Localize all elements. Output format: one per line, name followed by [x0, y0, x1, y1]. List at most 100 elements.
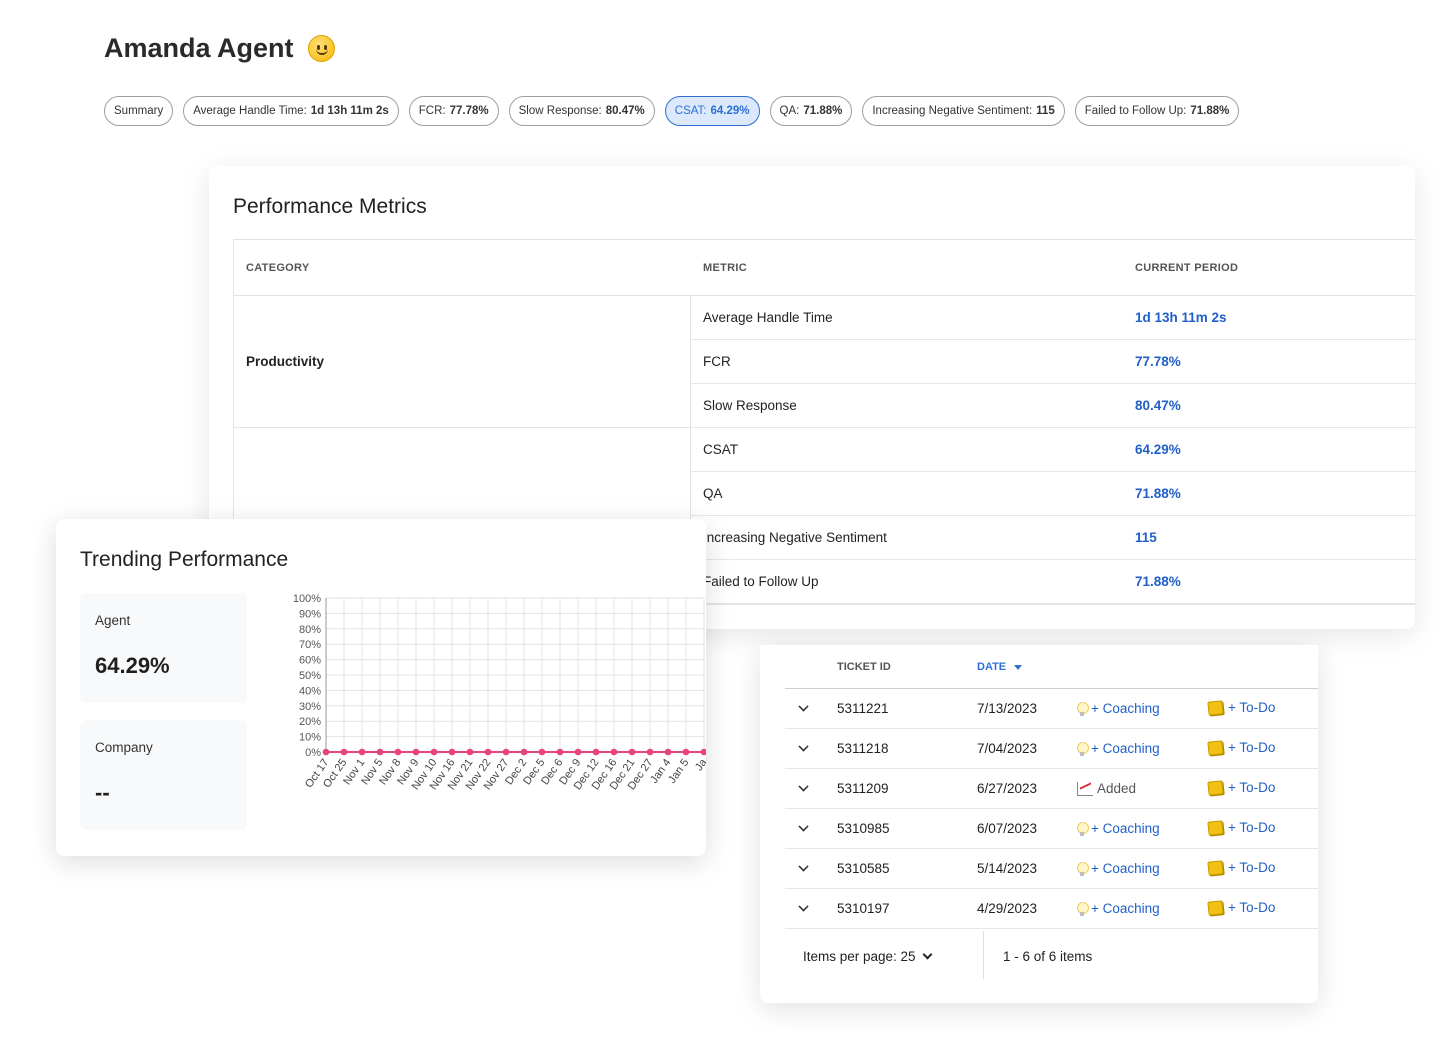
expand-chevron-icon[interactable]	[798, 821, 809, 832]
metric-row: Failed to Follow Up 71.88%	[691, 560, 1416, 604]
metric-name: CSAT	[703, 442, 739, 457]
tab-4[interactable]: CSAT: 64.29%	[664, 96, 760, 126]
agent-stat-value: 64.29%	[95, 653, 170, 678]
metric-name: Increasing Negative Sentiment	[703, 530, 887, 545]
tab-label: CSAT:	[674, 105, 707, 117]
todo-button[interactable]: + To-Do	[1207, 819, 1276, 836]
metric-name: Slow Response	[703, 398, 797, 413]
data-point	[358, 748, 366, 756]
todo-label: + To-Do	[1228, 780, 1276, 795]
ticket-id: 5310585	[837, 861, 890, 876]
chevron-down-icon	[922, 949, 933, 960]
todo-button[interactable]: + To-Do	[1207, 899, 1276, 916]
items-count: 1 - 6 of 6 items	[1003, 949, 1093, 964]
metric-value[interactable]: 77.78%	[1135, 354, 1181, 369]
metric-row: Average Handle Time 1d 13h 11m 2s	[691, 296, 1416, 340]
items-per-page-label: Items per page: 25	[803, 949, 916, 964]
ticket-row: 5311221 7/13/2023 + Coaching + To-Do	[785, 689, 1318, 729]
company-stat-label: Company	[95, 740, 153, 755]
y-tick-label: 30%	[299, 701, 321, 713]
data-point	[574, 748, 582, 756]
ticket-date: 7/13/2023	[977, 701, 1038, 716]
todo-button[interactable]: + To-Do	[1207, 699, 1275, 716]
data-point	[628, 748, 636, 756]
metric-value[interactable]: 1d 13h 11m 2s	[1135, 310, 1227, 325]
data-point	[700, 748, 706, 756]
todo-button[interactable]: + To-Do	[1207, 779, 1276, 796]
data-point	[322, 748, 330, 756]
sort-desc-icon	[1014, 664, 1023, 670]
expand-chevron-icon[interactable]	[798, 901, 809, 912]
light-bulb-icon	[1077, 701, 1089, 716]
items-per-page-select[interactable]: Items per page: 25	[803, 949, 933, 964]
tab-0[interactable]: Summary	[104, 96, 174, 126]
trending-line-chart: 0%10%20%30%40%50%60%70%80%90%100%Oct 17O…	[293, 593, 706, 792]
data-point	[520, 748, 528, 756]
tab-5[interactable]: QA: 71.88%	[769, 96, 853, 126]
tab-label: QA:	[779, 105, 800, 117]
tab-6[interactable]: Increasing Negative Sentiment: 115	[862, 96, 1065, 126]
ticket-date: 7/04/2023	[977, 741, 1038, 756]
ticket-row: 5310985 6/07/2023 + Coaching + To-Do	[785, 809, 1318, 849]
data-point	[412, 748, 420, 756]
todo-label: + To-Do	[1228, 900, 1276, 915]
tab-label: Summary	[114, 105, 164, 117]
metric-name: QA	[703, 486, 723, 501]
expand-chevron-icon[interactable]	[798, 781, 809, 792]
tab-1[interactable]: Average Handle Time: 1d 13h 11m 2s	[183, 96, 399, 126]
ticket-date: 5/14/2023	[977, 861, 1038, 876]
metric-value[interactable]: 115	[1135, 530, 1157, 545]
ticket-id: 5311218	[837, 741, 889, 756]
agent-stat-label: Agent	[95, 613, 131, 628]
tab-label: Increasing Negative Sentiment:	[872, 105, 1033, 117]
todo-button[interactable]: + To-Do	[1207, 739, 1276, 756]
tab-value: 80.47%	[605, 105, 645, 117]
ticket-row: 5310585 5/14/2023 + Coaching + To-Do	[785, 849, 1318, 889]
header-date-sort[interactable]: DATE	[977, 661, 1023, 673]
expand-chevron-icon[interactable]	[798, 701, 809, 712]
metric-value[interactable]: 71.88%	[1135, 574, 1181, 589]
tickets-pagination: Items per page: 25 1 - 6 of 6 items	[785, 931, 1318, 981]
metric-value[interactable]: 80.47%	[1135, 398, 1181, 413]
light-bulb-icon	[1077, 741, 1089, 756]
tab-value: 1d 13h 11m 2s	[310, 105, 389, 117]
tab-3[interactable]: Slow Response: 80.47%	[508, 96, 655, 126]
tab-2[interactable]: FCR: 77.78%	[408, 96, 499, 126]
expand-chevron-icon[interactable]	[798, 741, 809, 752]
metric-value[interactable]: 71.88%	[1135, 486, 1181, 501]
todo-label: + To-Do	[1228, 740, 1276, 755]
tab-label: Slow Response:	[518, 105, 602, 117]
category-productivity: Productivity	[234, 296, 691, 428]
todo-button[interactable]: + To-Do	[1207, 859, 1275, 876]
ticket-row: 5311209 6/27/2023 Added + To-Do	[785, 769, 1318, 809]
data-point	[448, 748, 456, 756]
header-ticket-id: TICKET ID	[837, 661, 891, 673]
coaching-button[interactable]: + Coaching	[1077, 901, 1160, 916]
coaching-button[interactable]: + Coaching	[1077, 741, 1160, 756]
data-point	[430, 748, 438, 756]
metric-row: Slow Response 80.47%	[691, 384, 1416, 428]
company-stat-value: --	[95, 780, 110, 805]
coaching-button[interactable]: + Coaching	[1077, 861, 1160, 876]
tab-7[interactable]: Failed to Follow Up: 71.88%	[1074, 96, 1240, 126]
data-point	[484, 748, 492, 756]
y-tick-label: 10%	[299, 732, 321, 744]
coaching-button[interactable]: + Coaching	[1077, 821, 1160, 836]
y-tick-label: 100%	[293, 593, 321, 605]
ticket-id: 5310197	[837, 901, 890, 916]
y-tick-label: 0%	[305, 747, 321, 759]
data-point	[394, 748, 402, 756]
company-stat-box: Company --	[80, 720, 247, 830]
metric-value[interactable]: 64.29%	[1135, 442, 1181, 457]
sticky-note-icon	[1207, 859, 1224, 876]
todo-label: + To-Do	[1228, 820, 1276, 835]
coaching-button[interactable]: + Coaching	[1077, 701, 1160, 716]
expand-chevron-icon[interactable]	[798, 861, 809, 872]
agent-name-heading: Amanda Agent	[104, 33, 335, 64]
chart-increasing-icon	[1077, 781, 1093, 796]
ticket-row: 5311218 7/04/2023 + Coaching + To-Do	[785, 729, 1318, 769]
tab-label: Average Handle Time:	[193, 105, 307, 117]
tab-value: 64.29%	[710, 105, 750, 117]
data-point	[466, 748, 474, 756]
data-point	[592, 748, 600, 756]
